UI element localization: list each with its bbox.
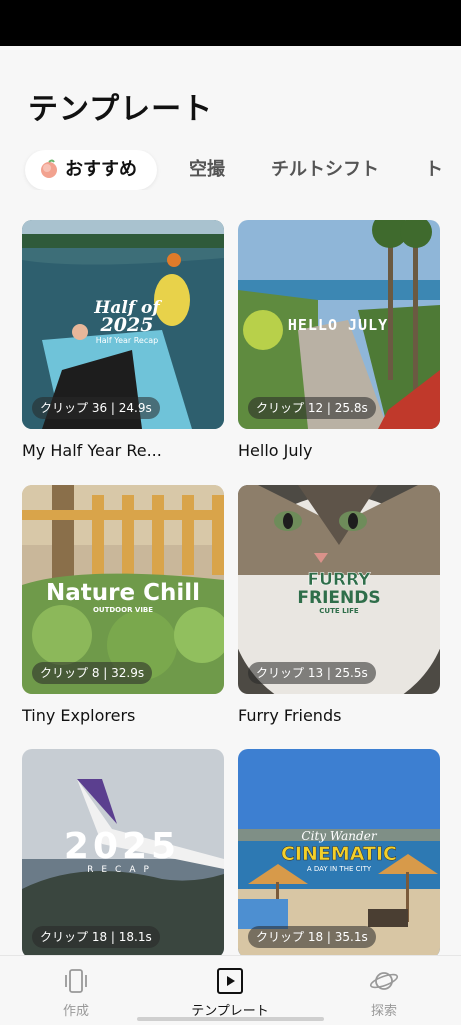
template-card[interactable]: 2025 RECAP クリップ 18 | 18.1s [22,749,224,958]
clip-info-badge: クリップ 18 | 35.1s [248,926,376,948]
nav-label: 作成 [62,1004,89,1019]
home-indicator [137,1017,324,1021]
overlay-title: Nature Chill OUTDOOR VIBE [46,580,200,614]
tab-label: チルトシフト [271,159,379,180]
page-title: テンプレート [28,92,214,127]
clip-info-badge: クリップ 12 | 25.8s [248,397,376,419]
nav-label: 探索 [370,1004,397,1019]
clip-info-badge: クリップ 36 | 24.9s [32,397,160,419]
overlay-title: FURRY FRIENDS CUTE LIFE [297,570,381,615]
overlay-title: 2025 RECAP [63,826,181,876]
tab-label: おすすめ [65,159,137,180]
overlay-title: HELLO JULY [287,316,389,334]
tab-more[interactable]: ト [425,150,443,190]
overlay-title: Half of 2025 Half Year Recap [94,298,160,345]
nav-explore[interactable]: 探索 [324,966,444,1019]
template-title[interactable]: Hello July [238,441,440,460]
tab-aerial[interactable]: 空撮 [189,150,225,190]
clip-info-badge: クリップ 18 | 18.1s [32,926,160,948]
tab-tilt-shift[interactable]: チルトシフト [271,150,379,190]
planet-icon [369,972,399,990]
clip-info-badge: クリップ 13 | 25.5s [248,662,376,684]
status-bar [0,0,461,46]
template-title[interactable]: Tiny Explorers [22,706,224,725]
template-title[interactable]: My Half Year Re... [22,441,224,460]
template-title[interactable]: Furry Friends [238,706,440,725]
nav-templates[interactable]: テンプレート [170,966,290,1019]
template-card[interactable]: FURRY FRIENDS CUTE LIFE クリップ 13 | 25.5s [238,485,440,694]
nav-create[interactable]: 作成 [16,966,136,1019]
tab-recommended[interactable]: おすすめ [25,150,157,190]
clip-info-badge: クリップ 8 | 32.9s [32,662,153,684]
template-card[interactable]: Nature Chill OUTDOOR VIBE クリップ 8 | 32.9s [22,485,224,694]
phone-vibrate-icon [65,969,87,993]
overlay-title: City Wander CINEMATIC A DAY IN THE CITY [280,829,398,873]
template-card[interactable]: Half of 2025 Half Year Recap クリップ 36 | 2… [22,220,224,429]
template-card[interactable]: City Wander CINEMATIC A DAY IN THE CITY … [238,749,440,958]
play-square-icon [217,968,243,994]
bottom-navigation: 作成 テンプレート 探索 [0,955,461,1025]
category-tabs: おすすめ 空撮 チルトシフト ト [0,150,461,190]
tab-label: 空撮 [189,159,225,180]
template-card[interactable]: HELLO JULY クリップ 12 | 25.8s [238,220,440,429]
peach-icon [41,159,57,178]
tab-label: ト [425,159,443,180]
